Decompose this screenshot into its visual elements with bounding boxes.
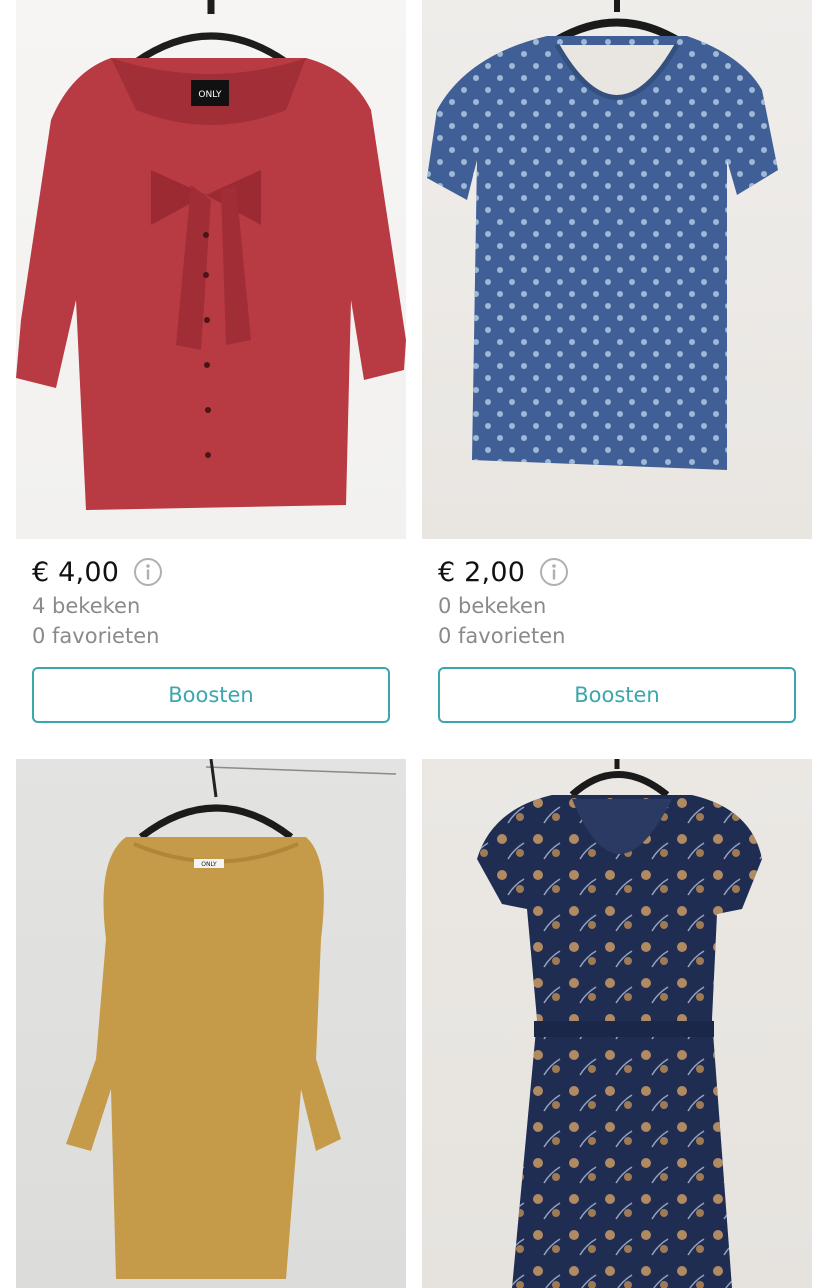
listing-card[interactable] bbox=[422, 759, 812, 1288]
info-circle-icon[interactable] bbox=[539, 557, 569, 587]
favorites-count: 0 favorieten bbox=[32, 624, 160, 648]
boost-button[interactable]: Boosten bbox=[32, 667, 390, 723]
red-blouse-image: ONLY bbox=[16, 0, 406, 510]
listing-photo-blue-tee[interactable] bbox=[422, 0, 812, 539]
listing-grid: ONLY € 4,00 4 bekeken 0 favorieten Boost… bbox=[0, 0, 828, 1288]
listing-photo-red-blouse[interactable]: ONLY bbox=[16, 0, 406, 539]
price: € 2,00 bbox=[438, 556, 526, 588]
listing-photo-floral-dress[interactable] bbox=[422, 759, 812, 1288]
listing-card[interactable]: ONLY € 4,00 4 bekeken 0 favorieten Boost… bbox=[16, 0, 406, 723]
favorites-count: 0 favorieten bbox=[438, 624, 566, 648]
mustard-top-image: ONLY bbox=[66, 759, 397, 1279]
views-count: 4 bekeken bbox=[32, 594, 141, 618]
boost-button[interactable]: Boosten bbox=[438, 667, 796, 723]
listing-card[interactable]: ONLY bbox=[16, 759, 406, 1288]
brand-tag-text: ONLY bbox=[201, 861, 217, 868]
blue-tee-image bbox=[427, 0, 778, 470]
brand-tag-text: ONLY bbox=[198, 90, 222, 100]
listing-card[interactable]: € 2,00 0 bekeken 0 favorieten Boosten bbox=[422, 0, 812, 723]
views-count: 0 bekeken bbox=[438, 594, 547, 618]
info-circle-icon[interactable] bbox=[133, 557, 163, 587]
floral-dress-image bbox=[477, 759, 762, 1288]
listing-photo-mustard-top[interactable]: ONLY bbox=[16, 759, 406, 1288]
price: € 4,00 bbox=[32, 556, 120, 588]
